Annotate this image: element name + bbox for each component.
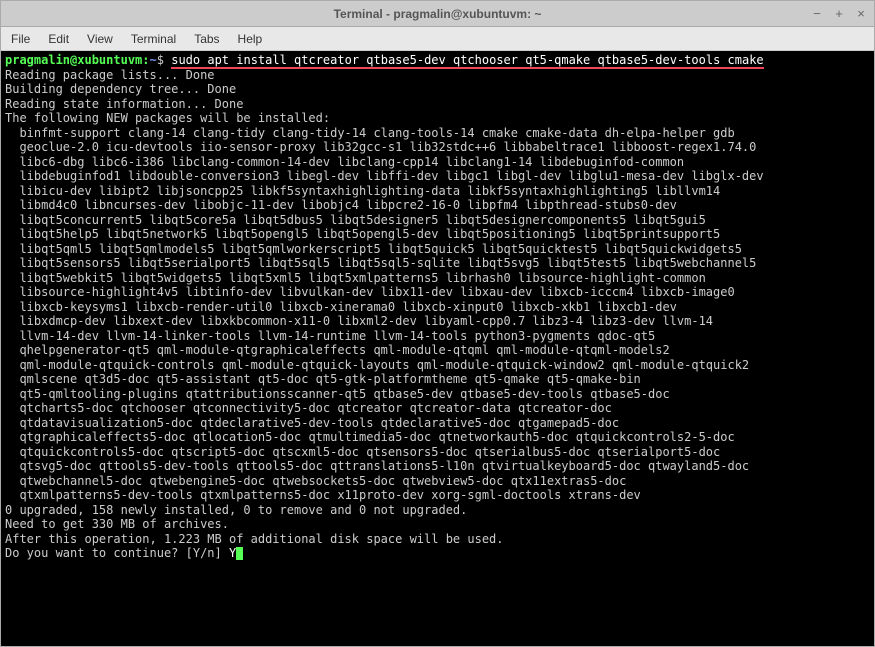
menubar: File Edit View Terminal Tabs Help — [1, 27, 874, 51]
window-title: Terminal - pragmalin@xubuntuvm: ~ — [334, 7, 542, 21]
continue-prompt: Do you want to continue? [Y/n] — [5, 546, 229, 560]
prompt-symbol: $ — [157, 53, 164, 67]
menu-terminal[interactable]: Terminal — [131, 32, 176, 46]
terminal-cursor — [236, 547, 243, 560]
close-button[interactable]: × — [854, 6, 868, 21]
menu-help[interactable]: Help — [238, 32, 263, 46]
apt-output: Reading package lists... Done Building d… — [5, 68, 870, 547]
prompt-path: ~ — [150, 53, 157, 67]
menu-file[interactable]: File — [11, 32, 30, 46]
menu-tabs[interactable]: Tabs — [194, 32, 219, 46]
terminal-output[interactable]: pragmalin@xubuntuvm:~$ sudo apt install … — [1, 51, 874, 646]
prompt-user-host: pragmalin@xubuntuvm — [5, 53, 142, 67]
command-text: sudo apt install qtcreator qtbase5-dev q… — [171, 53, 763, 69]
minimize-button[interactable]: − — [810, 6, 824, 21]
terminal-window: Terminal - pragmalin@xubuntuvm: ~ − + × … — [0, 0, 875, 647]
continue-answer: Y — [229, 546, 236, 560]
window-controls: − + × — [810, 6, 868, 21]
titlebar[interactable]: Terminal - pragmalin@xubuntuvm: ~ − + × — [1, 1, 874, 27]
maximize-button[interactable]: + — [832, 6, 846, 21]
menu-view[interactable]: View — [87, 32, 113, 46]
prompt-separator: : — [142, 53, 149, 67]
menu-edit[interactable]: Edit — [48, 32, 69, 46]
